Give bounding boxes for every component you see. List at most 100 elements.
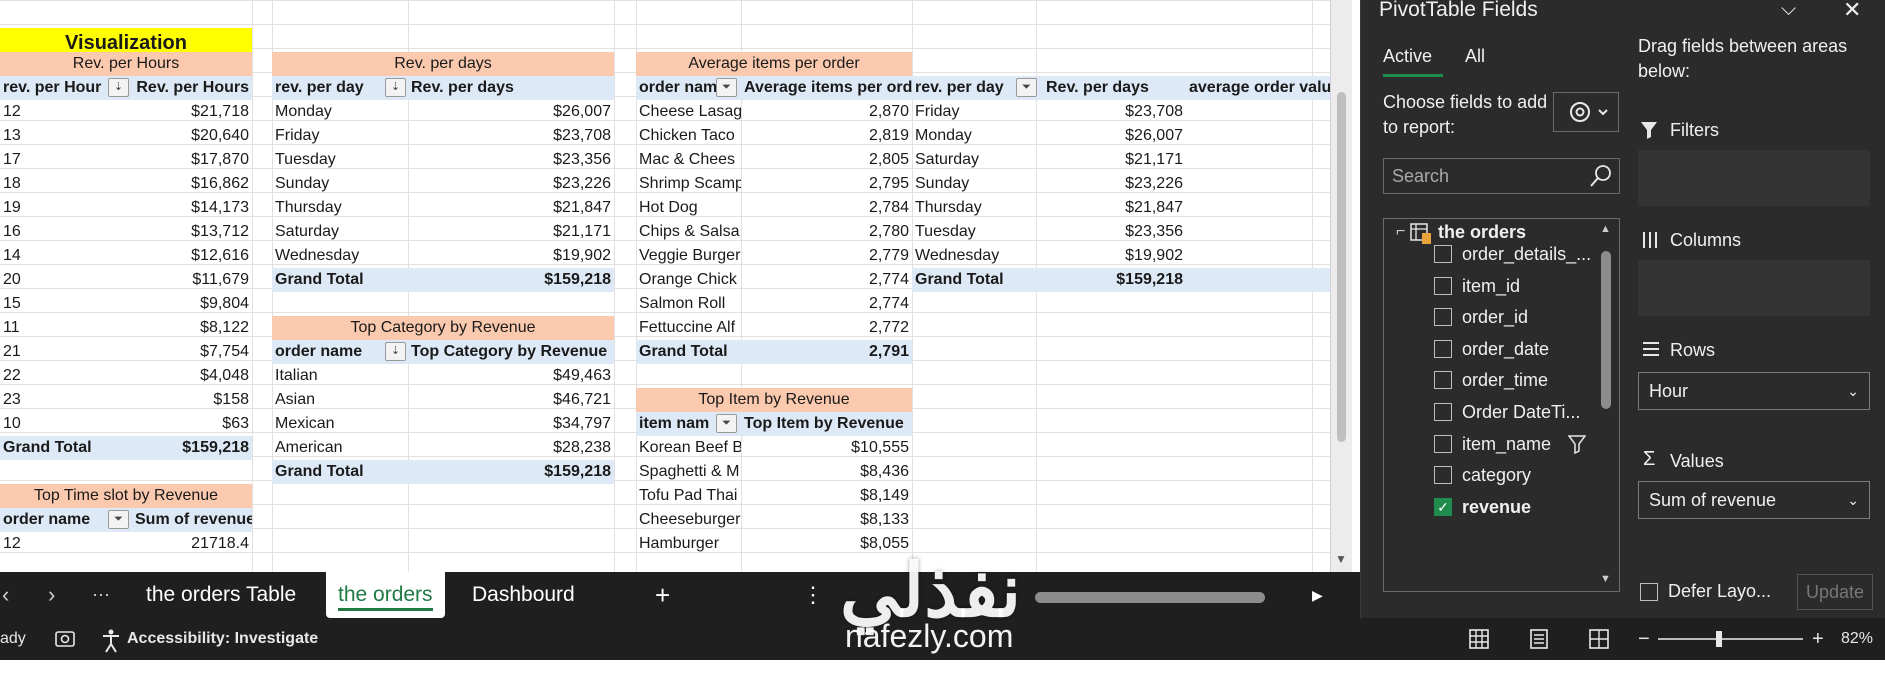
row-value[interactable]: $8,436 (741, 460, 912, 484)
row-value[interactable]: $19,902 (1043, 244, 1186, 268)
grand-total-value[interactable]: $159,218 (132, 436, 252, 460)
pivot-header[interactable]: Top Item by Revenue (741, 412, 912, 436)
row-value[interactable]: $63 (132, 412, 252, 436)
row-value[interactable]: $8,149 (741, 484, 912, 508)
filter-button-icon[interactable]: ⏷ (716, 414, 737, 433)
tab-the-orders-table[interactable]: the orders Table (134, 572, 308, 618)
row-value[interactable]: $158 (132, 388, 252, 412)
field-filter-icon[interactable] (1567, 433, 1587, 463)
sort-filter-button-icon[interactable]: ⇣ (385, 78, 406, 97)
row-label[interactable]: Veggie Burger (636, 244, 741, 268)
field-list-scrollbar[interactable]: ▲ ▼ (1597, 223, 1615, 589)
row-value[interactable]: $23,708 (408, 124, 614, 148)
row-value[interactable]: $8,133 (741, 508, 912, 532)
row-label[interactable]: 16 (0, 220, 132, 244)
row-value[interactable]: $23,708 (1043, 100, 1186, 124)
grand-total-label[interactable]: Grand Total (272, 268, 408, 292)
row-label[interactable]: 19 (0, 196, 132, 220)
normal-view-icon[interactable] (1468, 618, 1490, 660)
rows-field-hour[interactable]: Hour ⌄ (1638, 372, 1870, 410)
worksheet-grid[interactable]: Visualization Rev. per Hours rev. per Hour… (0, 0, 1330, 572)
row-label[interactable]: 13 (0, 124, 132, 148)
row-value[interactable]: $21,171 (408, 220, 614, 244)
row-value[interactable]: $8,122 (132, 316, 252, 340)
grand-total-value[interactable]: $159,218 (1043, 268, 1186, 292)
pivot-header[interactable]: Rev. per days (408, 76, 614, 100)
row-value[interactable]: 2,774 (741, 292, 912, 316)
row-value[interactable]: $20,640 (132, 124, 252, 148)
pivot-header[interactable]: average order valu (1186, 76, 1330, 100)
row-value[interactable]: $7,754 (132, 340, 252, 364)
row-label[interactable]: Friday (272, 124, 408, 148)
row-value[interactable]: 2,795 (741, 172, 912, 196)
zoom-level[interactable]: 82% (1841, 618, 1873, 660)
row-label[interactable]: Cheeseburger (636, 508, 741, 532)
row-label[interactable]: Friday (912, 100, 1043, 124)
grand-total-label[interactable]: Grand Total (912, 268, 1043, 292)
filter-button-icon[interactable]: ⏷ (716, 78, 737, 97)
horizontal-scroll-thumb[interactable] (1035, 592, 1265, 603)
row-label[interactable]: Sunday (912, 172, 1043, 196)
row-label[interactable]: Hot Dog (636, 196, 741, 220)
row-value[interactable]: $16,862 (132, 172, 252, 196)
row-label[interactable]: Wednesday (912, 244, 1043, 268)
row-value[interactable]: $21,171 (1043, 148, 1186, 172)
row-value[interactable]: 2,774 (741, 268, 912, 292)
pivot-header[interactable]: Top Category by Revenue (408, 340, 614, 364)
row-label[interactable]: 12 (0, 100, 132, 124)
row-label[interactable]: 23 (0, 388, 132, 412)
tab-dashbourd[interactable]: Dashbourd (460, 572, 587, 618)
field-checkbox[interactable] (1434, 434, 1452, 453)
row-value[interactable]: $46,721 (408, 388, 614, 412)
row-label[interactable]: 17 (0, 148, 132, 172)
row-value[interactable]: $9,804 (132, 292, 252, 316)
scroll-right-icon[interactable]: ▶ (1312, 572, 1323, 618)
pivot-header[interactable]: Sum of revenue (132, 508, 252, 532)
row-value[interactable]: $19,902 (408, 244, 614, 268)
row-value[interactable]: $13,712 (132, 220, 252, 244)
row-label[interactable]: Tofu Pad Thai (636, 484, 741, 508)
row-value[interactable]: $21,847 (1043, 196, 1186, 220)
pivot-header[interactable]: Rev. per Hours (132, 76, 252, 100)
scroll-down-arrow-icon[interactable]: ▼ (1335, 552, 1347, 566)
row-label[interactable]: 11 (0, 316, 132, 340)
row-value[interactable]: 2,805 (741, 148, 912, 172)
row-value[interactable]: $21,718 (132, 100, 252, 124)
field-checkbox[interactable] (1434, 276, 1452, 295)
tab-all[interactable]: All (1465, 46, 1485, 67)
row-label[interactable]: Monday (912, 124, 1043, 148)
row-value[interactable]: $23,356 (1043, 220, 1186, 244)
field-checkbox[interactable] (1434, 403, 1452, 421)
pivot-header[interactable]: Rev. per days (1043, 76, 1186, 100)
tab-active[interactable]: Active (1383, 46, 1432, 67)
scroll-up-icon[interactable]: ▲ (1600, 223, 1611, 235)
row-label[interactable]: 15 (0, 292, 132, 316)
grand-total-value[interactable]: $159,218 (408, 268, 614, 292)
row-label[interactable]: Hamburger (636, 532, 741, 556)
row-value[interactable]: 2,870 (741, 100, 912, 124)
field-list-scroll-thumb[interactable] (1601, 251, 1611, 409)
zoom-in-icon[interactable]: + (1812, 618, 1824, 660)
row-value[interactable]: 2,780 (741, 220, 912, 244)
zoom-out-icon[interactable]: − (1638, 618, 1650, 660)
row-label[interactable]: 21 (0, 340, 132, 364)
chevron-down-icon[interactable]: ⌵ (1781, 0, 1796, 21)
filter-button-icon[interactable]: ⏷ (1016, 78, 1037, 97)
row-label[interactable]: Asian (272, 388, 408, 412)
row-label[interactable]: Tuesday (272, 148, 408, 172)
row-value[interactable]: 2,772 (741, 316, 912, 340)
field-checkbox[interactable] (1434, 308, 1452, 327)
row-label[interactable]: Korean Beef B (636, 436, 741, 460)
row-label[interactable]: Saturday (272, 220, 408, 244)
update-button[interactable]: Update (1797, 574, 1873, 610)
row-label[interactable]: Cheese Lasag (636, 100, 741, 124)
row-value[interactable]: 21718.4 (132, 532, 252, 556)
zoom-slider[interactable] (1658, 618, 1803, 660)
macro-recorder-icon[interactable] (54, 618, 76, 660)
filter-button-icon[interactable]: ⏷ (108, 510, 129, 529)
grand-total-value[interactable]: $159,218 (408, 460, 614, 484)
grand-total-label[interactable]: Grand Total (636, 340, 741, 364)
row-value[interactable]: $23,356 (408, 148, 614, 172)
row-value[interactable]: $28,238 (408, 436, 614, 460)
row-value[interactable]: $21,847 (408, 196, 614, 220)
